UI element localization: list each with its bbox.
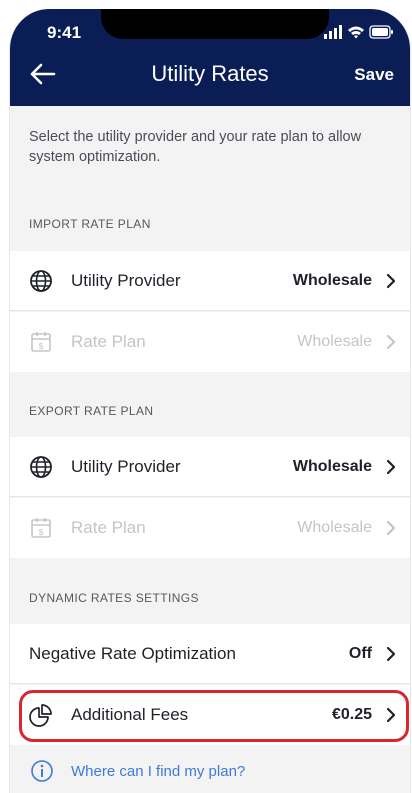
help-link[interactable]: Where can I find my plan? bbox=[71, 763, 245, 780]
export-rate-plan-row: $ Rate Plan Wholesale bbox=[10, 498, 410, 558]
calendar-dollar-icon: $ bbox=[31, 518, 51, 538]
section-label-dynamic: DYNAMIC RATES SETTINGS bbox=[29, 591, 199, 605]
page-title: Utility Rates bbox=[151, 61, 269, 86]
import-rate-plan-row: $ Rate Plan Wholesale bbox=[10, 312, 410, 372]
device-notch bbox=[101, 9, 329, 39]
globe-icon bbox=[30, 269, 52, 292]
row-value: Wholesale bbox=[292, 271, 372, 289]
chevron-right-icon bbox=[386, 646, 396, 661]
row-value: €0.25 bbox=[331, 706, 372, 723]
phone-screen: 9:41 Utility Rates Save Select the utili… bbox=[9, 9, 411, 793]
svg-text:$: $ bbox=[39, 342, 44, 351]
signal-icon bbox=[324, 34, 327, 39]
save-button[interactable]: Save bbox=[354, 65, 394, 85]
wifi-icon bbox=[348, 26, 364, 39]
row-label: Additional Fees bbox=[71, 705, 189, 724]
row-label: Rate Plan bbox=[71, 518, 146, 537]
row-label: Rate Plan bbox=[71, 332, 146, 351]
help-link-row[interactable]: Where can I find my plan? bbox=[10, 749, 410, 793]
status-icons bbox=[324, 25, 393, 39]
chevron-right-icon bbox=[386, 273, 396, 288]
calendar-dollar-icon: $ bbox=[31, 332, 51, 352]
chevron-right-icon bbox=[386, 334, 396, 350]
row-value: Wholesale bbox=[297, 333, 372, 350]
section-label-import: IMPORT RATE PLAN bbox=[29, 217, 151, 231]
pie-chart-icon bbox=[29, 704, 52, 727]
globe-icon bbox=[30, 455, 52, 478]
row-label: Utility Provider bbox=[71, 456, 181, 476]
row-value: Wholesale bbox=[297, 519, 372, 536]
negative-rate-optimization-row[interactable]: Negative Rate Optimization Off bbox=[10, 624, 410, 684]
export-utility-provider-row[interactable]: Utility Provider Wholesale bbox=[10, 437, 410, 497]
row-value: Wholesale bbox=[292, 457, 372, 475]
chevron-right-icon bbox=[386, 459, 396, 474]
row-value: Off bbox=[348, 644, 372, 662]
chevron-right-icon bbox=[386, 520, 396, 536]
status-time: 9:41 bbox=[47, 23, 82, 42]
section-label-export: EXPORT RATE PLAN bbox=[29, 404, 154, 418]
app-header: 9:41 Utility Rates Save bbox=[10, 9, 410, 106]
additional-fees-row[interactable]: Additional Fees €0.25 bbox=[10, 685, 410, 745]
svg-text:$: $ bbox=[39, 528, 44, 537]
chevron-right-icon bbox=[386, 707, 396, 723]
info-icon bbox=[31, 760, 53, 782]
intro-text: Select the utility provider and your rat… bbox=[29, 129, 362, 165]
row-label: Utility Provider bbox=[71, 270, 181, 290]
row-label: Negative Rate Optimization bbox=[29, 643, 236, 663]
import-utility-provider-row[interactable]: Utility Provider Wholesale bbox=[10, 251, 410, 311]
